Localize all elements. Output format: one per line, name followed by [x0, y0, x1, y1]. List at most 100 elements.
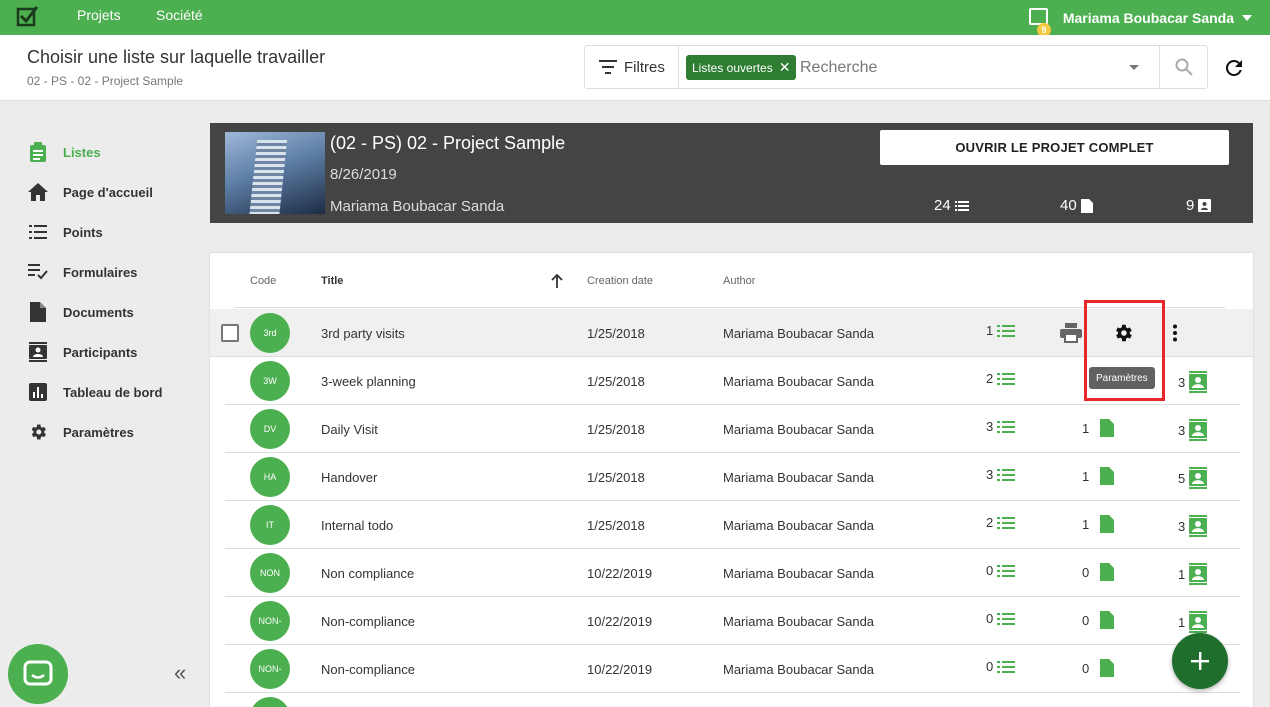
- filters-button[interactable]: Filtres: [585, 46, 679, 88]
- participants-count: 3: [1178, 515, 1208, 537]
- sort-arrow-up-icon[interactable]: [550, 273, 564, 289]
- more-vert-icon[interactable]: [1163, 321, 1187, 345]
- gear-icon: [28, 422, 48, 442]
- top-nav-bar: Projets Société 9 Mariama Boubacar Sanda: [0, 0, 1270, 37]
- contact-card-icon: [1189, 563, 1208, 585]
- project-date: 8/26/2019: [330, 166, 397, 183]
- divider: [235, 307, 1225, 308]
- messages-icon[interactable]: 9: [1028, 8, 1051, 37]
- chat-support-button[interactable]: [8, 644, 68, 704]
- user-menu[interactable]: 9 Mariama Boubacar Sanda: [1028, 6, 1252, 37]
- sidebar-item-label: Formulaires: [63, 264, 138, 280]
- row-checkbox[interactable]: [221, 324, 239, 342]
- creation-date: 10/22/2019: [587, 566, 653, 581]
- list-title[interactable]: Non-compliance: [321, 614, 415, 629]
- table-row[interactable]: IT Internal todo 1/25/2018 Mariama Bouba…: [225, 501, 1240, 549]
- list-icon: [997, 516, 1016, 529]
- table-row[interactable]: NON- Non-compliance 10/22/2019 Mariama B…: [225, 597, 1240, 645]
- column-header-creation-date[interactable]: Creation date: [587, 275, 653, 287]
- contact-card-icon: [1189, 467, 1208, 489]
- points-count-value: 0: [986, 659, 994, 674]
- participants-count: 3: [1178, 419, 1208, 441]
- table-row[interactable]: HA Handover 1/25/2018 Mariama Boubacar S…: [225, 453, 1240, 501]
- documents-count: 1: [1082, 419, 1115, 437]
- document-icon: [1100, 611, 1115, 629]
- points-count: 2: [986, 515, 1016, 530]
- chevron-down-icon[interactable]: [1129, 65, 1139, 70]
- list-icon: [28, 222, 48, 242]
- list-title[interactable]: Handover: [321, 470, 377, 485]
- open-project-button[interactable]: OUVRIR LE PROJET COMPLET: [880, 130, 1229, 165]
- page-title: Choisir une liste sur laquelle travaille…: [27, 47, 326, 67]
- stat-participants-count: 9: [1186, 197, 1195, 214]
- list-title[interactable]: 3rd party visits: [321, 326, 405, 341]
- list-icon: [954, 200, 969, 211]
- stat-documents: 40: [1060, 197, 1093, 214]
- participants-count-value: 3: [1178, 422, 1186, 438]
- checklist-icon: [28, 262, 48, 282]
- user-name[interactable]: Mariama Boubacar Sanda: [1063, 10, 1234, 26]
- list-title[interactable]: 3-week planning: [321, 374, 416, 389]
- chat-icon: [23, 660, 53, 686]
- sidebar-item-accueil[interactable]: Page d'accueil: [28, 180, 153, 204]
- add-list-button[interactable]: [1172, 633, 1228, 689]
- list-title[interactable]: Non compliance: [321, 566, 414, 581]
- author: Mariama Boubacar Sanda: [723, 662, 875, 677]
- sidebar-item-label: Points: [63, 224, 103, 240]
- creation-date: 1/25/2018: [587, 374, 645, 389]
- close-icon[interactable]: ✕: [779, 59, 791, 76]
- settings-tooltip: Paramètres: [1089, 367, 1155, 389]
- column-header-title[interactable]: Title: [321, 275, 343, 287]
- column-header-author[interactable]: Author: [723, 275, 755, 287]
- participants-count-value: 1: [1178, 614, 1186, 630]
- creation-date: 1/25/2018: [587, 470, 645, 485]
- list-code-avatar: HA: [250, 457, 290, 497]
- bar-chart-icon: [28, 382, 48, 402]
- sidebar-item-tableau-de-bord[interactable]: Tableau de bord: [28, 380, 162, 404]
- points-count-value: 3: [986, 419, 994, 434]
- home-icon: [28, 182, 48, 202]
- print-icon[interactable]: [1059, 321, 1083, 345]
- list-title[interactable]: Non-compliance: [321, 662, 415, 677]
- points-count: 3: [986, 419, 1016, 434]
- list-title[interactable]: Daily Visit: [321, 422, 378, 437]
- contact-card-icon: [1189, 611, 1208, 633]
- list-icon: [997, 468, 1016, 481]
- sidebar-item-label: Paramètres: [63, 424, 134, 440]
- chevron-down-icon[interactable]: [1242, 15, 1252, 21]
- sidebar-item-parametres[interactable]: Paramètres: [28, 420, 134, 444]
- search-button[interactable]: [1159, 46, 1207, 88]
- creation-date: 10/22/2019: [587, 662, 653, 677]
- table-row[interactable]: NON- Non-compliance 10/22/2019 Mariama B…: [225, 645, 1240, 693]
- app-logo-icon[interactable]: [16, 4, 40, 28]
- author: Mariama Boubacar Sanda: [723, 374, 875, 389]
- sidebar-item-listes[interactable]: Listes: [28, 140, 101, 164]
- table-row[interactable]: NON Non compliance 10/22/2019 Mariama Bo…: [225, 549, 1240, 597]
- search-icon: [1175, 58, 1193, 76]
- sidebar-item-label: Tableau de bord: [63, 384, 163, 400]
- sidebar-item-participants[interactable]: Participants: [28, 340, 137, 364]
- sidebar-item-points[interactable]: Points: [28, 220, 103, 244]
- contact-card-icon: [1189, 419, 1208, 441]
- nav-societe[interactable]: Société: [156, 7, 203, 23]
- points-count-value: 2: [986, 515, 994, 530]
- list-title[interactable]: Internal todo: [321, 518, 393, 533]
- filter-chip[interactable]: Listes ouvertes ✕: [686, 55, 797, 80]
- nav-projets[interactable]: Projets: [77, 7, 121, 23]
- column-header-code[interactable]: Code: [250, 275, 276, 287]
- participants-count-value: 1: [1178, 566, 1186, 582]
- document-icon: [1100, 659, 1115, 677]
- project-banner: (02 - PS) 02 - Project Sample 8/26/2019 …: [210, 123, 1253, 223]
- documents-count: 0: [1082, 563, 1115, 581]
- creation-date: 1/25/2018: [587, 422, 645, 437]
- sidebar-item-documents[interactable]: Documents: [28, 300, 134, 324]
- collapse-sidebar-button[interactable]: «: [174, 660, 186, 686]
- list-icon: [997, 420, 1016, 433]
- list-code-avatar: 3W: [250, 361, 290, 401]
- refresh-icon[interactable]: [1222, 56, 1246, 80]
- table-row[interactable]: DV Daily Visit 1/25/2018 Mariama Boubaca…: [225, 405, 1240, 453]
- search-input[interactable]: [800, 55, 1120, 81]
- sidebar-item-formulaires[interactable]: Formulaires: [28, 260, 137, 284]
- sidebar-item-label: Page d'accueil: [63, 184, 153, 200]
- creation-date: 1/25/2018: [587, 326, 645, 341]
